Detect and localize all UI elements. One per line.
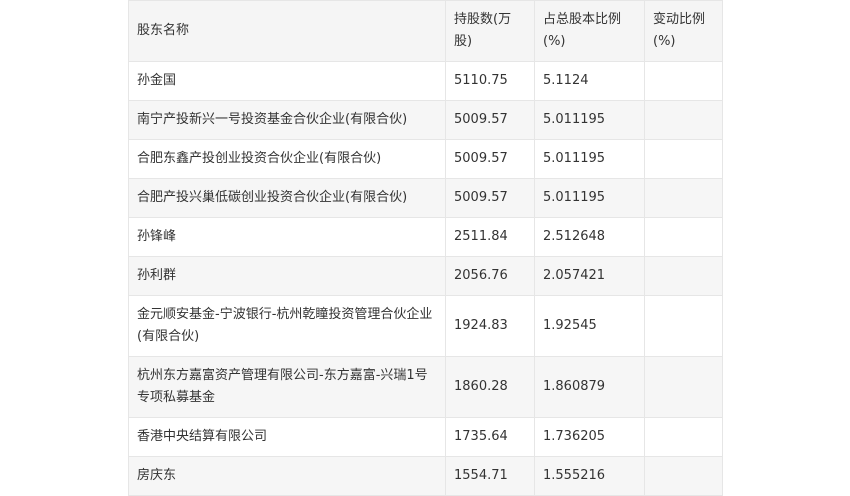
cell-shareholder-name: 房庆东 [128,456,446,496]
cell-shares-held: 5009.57 [445,139,535,179]
cell-shareholder-name: 金元顺安基金-宁波银行-杭州乾瞳投资管理合伙企业(有限合伙) [128,295,446,357]
cell-shareholder-name: 孙锋峰 [128,217,446,257]
cell-share-ratio: 1.92545 [534,295,645,357]
cell-shares-held: 1924.83 [445,295,535,357]
header-change-ratio: 变动比例(%) [644,0,723,62]
cell-change-ratio [644,217,723,257]
cell-change-ratio [644,456,723,496]
cell-change-ratio [644,178,723,218]
cell-shares-held: 1554.71 [445,456,535,496]
cell-shareholder-name: 孙金国 [128,61,446,101]
header-shareholder-name: 股东名称 [128,0,446,62]
table-row: 杭州东方嘉富资产管理有限公司-东方嘉富-兴瑞1号专项私募基金 1860.28 1… [128,356,723,418]
cell-change-ratio [644,356,723,418]
header-shares-held: 持股数(万股) [445,0,535,62]
cell-share-ratio: 5.011195 [534,139,645,179]
cell-share-ratio: 1.860879 [534,356,645,418]
cell-shareholder-name: 孙利群 [128,256,446,296]
cell-share-ratio: 5.011195 [534,178,645,218]
cell-shareholder-name: 杭州东方嘉富资产管理有限公司-东方嘉富-兴瑞1号专项私募基金 [128,356,446,418]
cell-shares-held: 1860.28 [445,356,535,418]
table-row: 孙利群 2056.76 2.057421 [128,256,723,296]
cell-share-ratio: 1.736205 [534,417,645,457]
shareholder-table-container: 股东名称 持股数(万股) 占总股本比例(%) 变动比例(%) 孙金国 5110.… [128,0,723,496]
cell-shares-held: 5110.75 [445,61,535,101]
cell-shareholder-name: 合肥产投兴巢低碳创业投资合伙企业(有限合伙) [128,178,446,218]
table-row: 金元顺安基金-宁波银行-杭州乾瞳投资管理合伙企业(有限合伙) 1924.83 1… [128,295,723,357]
cell-share-ratio: 5.1124 [534,61,645,101]
cell-change-ratio [644,100,723,140]
cell-shares-held: 2056.76 [445,256,535,296]
cell-share-ratio: 5.011195 [534,100,645,140]
cell-change-ratio [644,295,723,357]
cell-shareholder-name: 合肥东鑫产投创业投资合伙企业(有限合伙) [128,139,446,179]
cell-shares-held: 5009.57 [445,178,535,218]
table-row: 孙锋峰 2511.84 2.512648 [128,217,723,257]
cell-share-ratio: 2.512648 [534,217,645,257]
cell-change-ratio [644,256,723,296]
header-share-ratio: 占总股本比例(%) [534,0,645,62]
table-header-row: 股东名称 持股数(万股) 占总股本比例(%) 变动比例(%) [128,0,723,62]
cell-shareholder-name: 南宁产投新兴一号投资基金合伙企业(有限合伙) [128,100,446,140]
cell-change-ratio [644,417,723,457]
cell-change-ratio [644,139,723,179]
cell-share-ratio: 1.555216 [534,456,645,496]
table-row: 南宁产投新兴一号投资基金合伙企业(有限合伙) 5009.57 5.011195 [128,100,723,140]
shareholder-table: 股东名称 持股数(万股) 占总股本比例(%) 变动比例(%) 孙金国 5110.… [128,0,723,496]
cell-share-ratio: 2.057421 [534,256,645,296]
cell-shares-held: 2511.84 [445,217,535,257]
table-row: 香港中央结算有限公司 1735.64 1.736205 [128,417,723,457]
cell-shares-held: 1735.64 [445,417,535,457]
table-row: 合肥东鑫产投创业投资合伙企业(有限合伙) 5009.57 5.011195 [128,139,723,179]
table-row: 房庆东 1554.71 1.555216 [128,456,723,496]
cell-change-ratio [644,61,723,101]
cell-shareholder-name: 香港中央结算有限公司 [128,417,446,457]
table-row: 孙金国 5110.75 5.1124 [128,61,723,101]
cell-shares-held: 5009.57 [445,100,535,140]
table-row: 合肥产投兴巢低碳创业投资合伙企业(有限合伙) 5009.57 5.011195 [128,178,723,218]
